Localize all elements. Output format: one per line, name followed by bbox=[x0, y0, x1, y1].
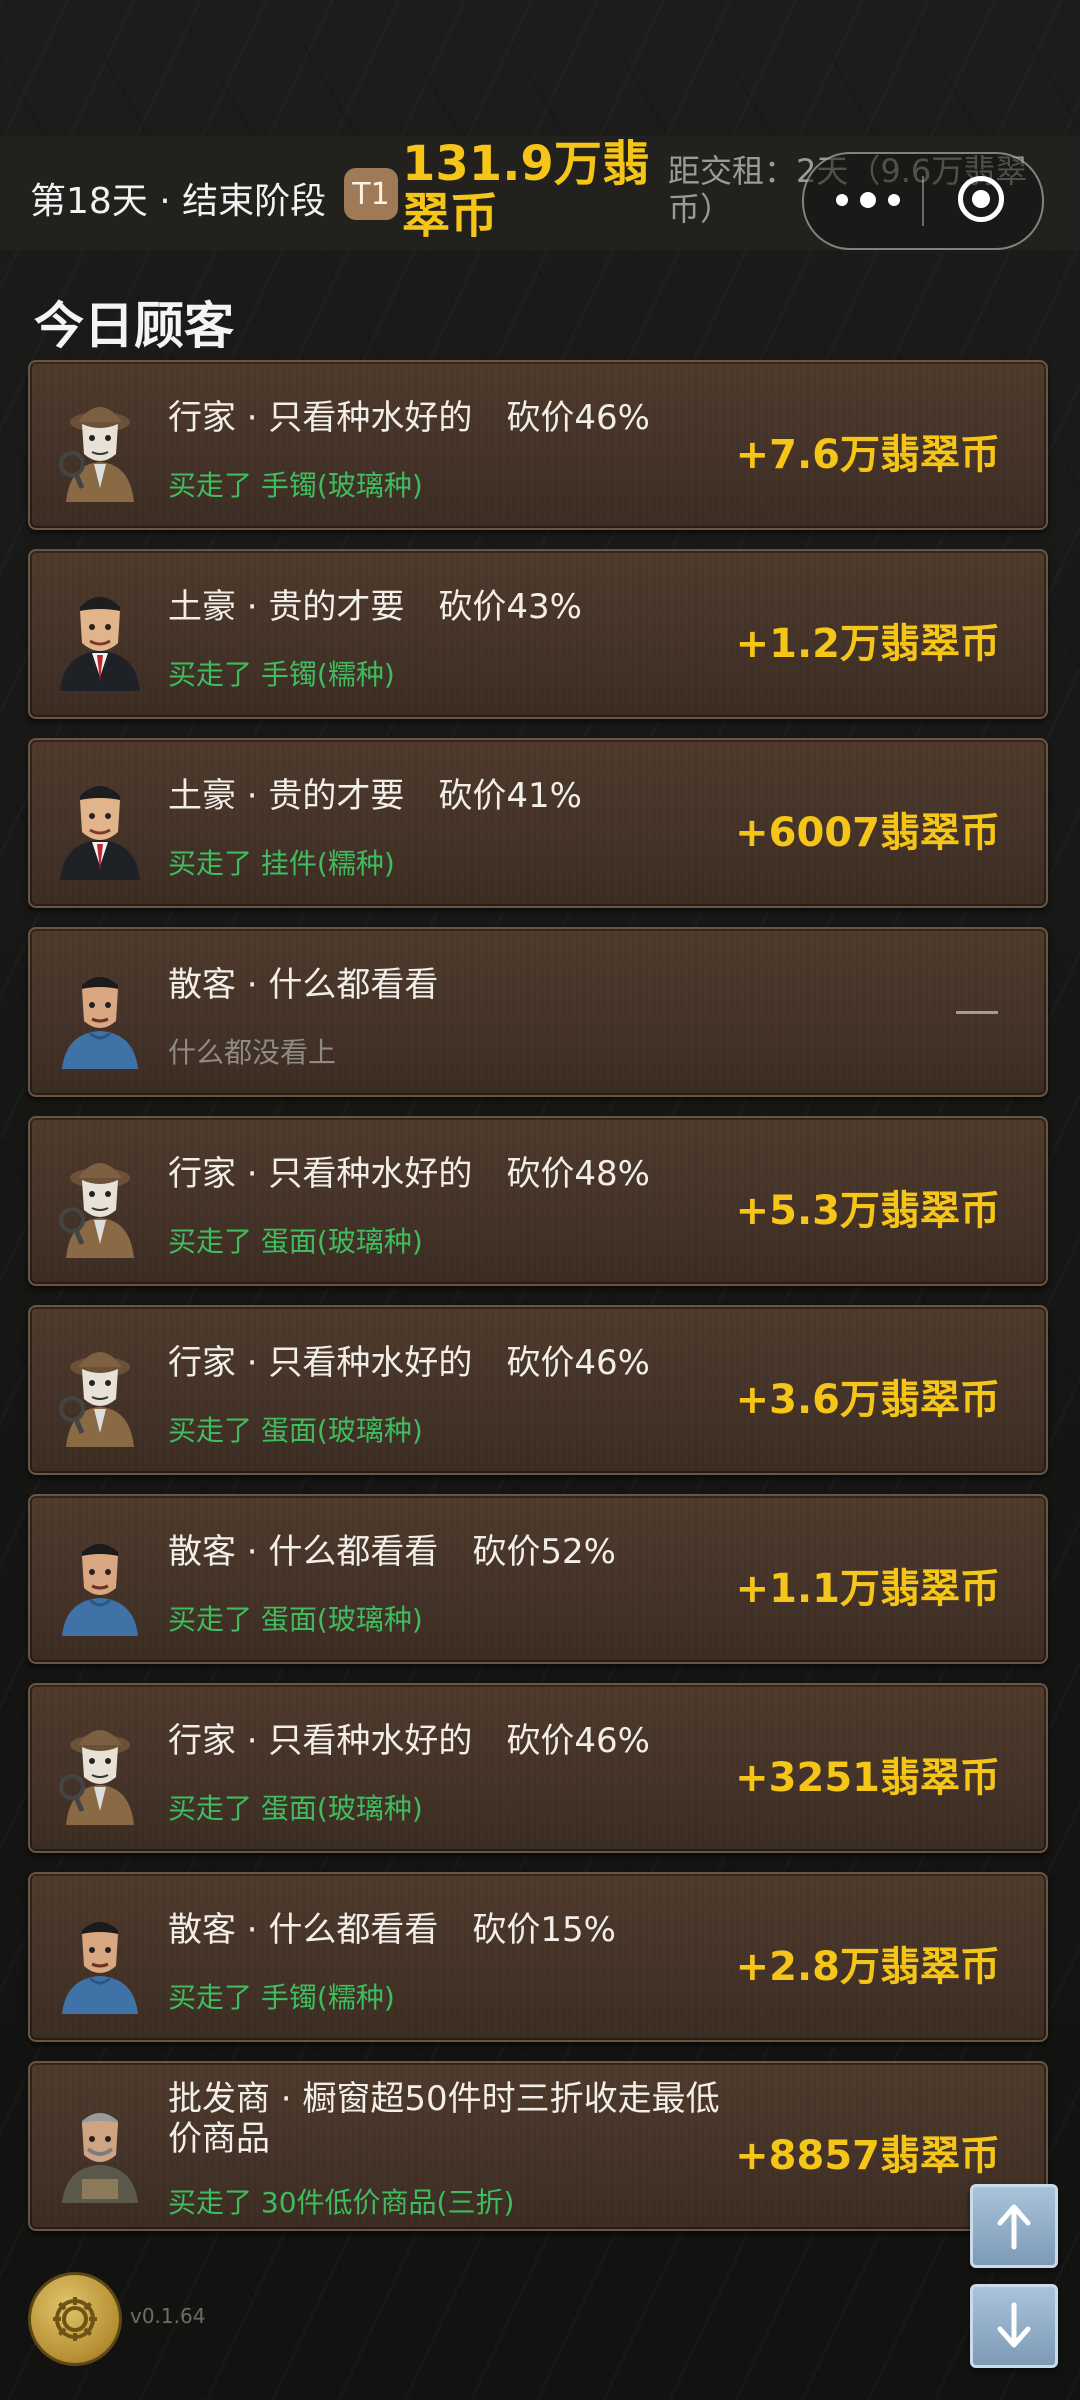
sale-amount: +3.6万翡翠币 bbox=[735, 1377, 1000, 1423]
customer-row[interactable]: 散客 · 什么都看看什么都没看上 bbox=[28, 927, 1048, 1097]
capsule-divider bbox=[922, 176, 924, 226]
scroll-down-button[interactable] bbox=[970, 2284, 1058, 2368]
customer-title: 行家 · 只看种水好的 砍价46% bbox=[168, 398, 650, 438]
customer-title: 散客 · 什么都看看 砍价15% bbox=[168, 1910, 616, 1950]
day-phase-label: 第18天 · 结束阶段 bbox=[30, 181, 327, 222]
customer-title: 批发商 · 橱窗超50件时三折收走最低价商品 bbox=[168, 2079, 720, 2159]
customer-purchase: 买走了 手镯(糯种) bbox=[168, 1981, 395, 2014]
tycoon-avatar bbox=[52, 581, 148, 691]
sale-amount: +6007翡翠币 bbox=[735, 810, 1000, 856]
casual-avatar bbox=[52, 959, 148, 1069]
sale-amount: +1.2万翡翠币 bbox=[735, 621, 1000, 667]
customer-row[interactable]: 土豪 · 贵的才要 砍价41% 买走了 挂件(糯种) +6007翡翠币 bbox=[28, 738, 1048, 908]
gear-icon bbox=[53, 2297, 97, 2341]
arrow-down-icon bbox=[997, 2302, 1031, 2348]
sale-amount: +5.3万翡翠币 bbox=[735, 1188, 1000, 1234]
arrow-up-icon bbox=[997, 2204, 1031, 2250]
customer-title: 行家 · 只看种水好的 砍价48% bbox=[168, 1154, 650, 1194]
casual-avatar bbox=[52, 1526, 148, 1636]
customer-title: 行家 · 只看种水好的 砍价46% bbox=[168, 1343, 650, 1383]
connoisseur-avatar bbox=[52, 1337, 148, 1447]
tier-badge: T1 bbox=[344, 168, 398, 220]
section-title: 今日顾客 bbox=[34, 297, 234, 355]
customer-row[interactable]: 行家 · 只看种水好的 砍价46% 买走了 蛋面(玻璃种) +3251翡翠币 bbox=[28, 1683, 1048, 1853]
sale-amount: +7.6万翡翠币 bbox=[735, 432, 1000, 478]
connoisseur-avatar bbox=[52, 1715, 148, 1825]
customer-purchase: 什么都没看上 bbox=[168, 1036, 337, 1069]
sale-amount: +8857翡翠币 bbox=[735, 2133, 1000, 2179]
connoisseur-avatar bbox=[52, 1148, 148, 1258]
customer-purchase: 买走了 30件低价商品(三折) bbox=[168, 2186, 515, 2219]
customer-purchase: 买走了 蛋面(玻璃种) bbox=[168, 1603, 423, 1636]
sale-amount: +2.8万翡翠币 bbox=[735, 1944, 1000, 1990]
sale-amount: +3251翡翠币 bbox=[735, 1755, 1000, 1801]
miniprogram-capsule bbox=[802, 152, 1044, 250]
more-icon[interactable] bbox=[836, 180, 900, 220]
customer-row[interactable]: 散客 · 什么都看看 砍价52% 买走了 蛋面(玻璃种) +1.1万翡翠币 bbox=[28, 1494, 1048, 1664]
customer-title: 土豪 · 贵的才要 砍价41% bbox=[168, 776, 582, 816]
customer-row[interactable]: 行家 · 只看种水好的 砍价46% 买走了 手镯(玻璃种) +7.6万翡翠币 bbox=[28, 360, 1048, 530]
scroll-up-button[interactable] bbox=[970, 2184, 1058, 2268]
customer-title: 行家 · 只看种水好的 砍价46% bbox=[168, 1721, 650, 1761]
customer-row[interactable]: 批发商 · 橱窗超50件时三折收走最低价商品买走了 30件低价商品(三折) +88… bbox=[28, 2061, 1048, 2231]
casual-avatar bbox=[52, 1904, 148, 2014]
wholesaler-avatar bbox=[52, 2093, 148, 2203]
customer-purchase: 买走了 蛋面(玻璃种) bbox=[168, 1414, 423, 1447]
connoisseur-avatar bbox=[52, 392, 148, 502]
customer-title: 散客 · 什么都看看 bbox=[168, 965, 439, 1005]
coin-balance: 131.9万翡翠币 bbox=[402, 136, 650, 244]
customer-row[interactable]: 行家 · 只看种水好的 砍价48% 买走了 蛋面(玻璃种) +5.3万翡翠币 bbox=[28, 1116, 1048, 1286]
customer-list: 行家 · 只看种水好的 砍价46% 买走了 手镯(玻璃种) +7.6万翡翠币土豪 ·… bbox=[28, 360, 1052, 2250]
no-sale-dash bbox=[956, 1011, 998, 1014]
tycoon-avatar bbox=[52, 770, 148, 880]
customer-row[interactable]: 土豪 · 贵的才要 砍价43% 买走了 手镯(糯种) +1.2万翡翠币 bbox=[28, 549, 1048, 719]
version-label: v0.1.64 bbox=[130, 2304, 206, 2328]
customer-purchase: 买走了 挂件(糯种) bbox=[168, 847, 395, 880]
customer-row[interactable]: 行家 · 只看种水好的 砍价46% 买走了 蛋面(玻璃种) +3.6万翡翠币 bbox=[28, 1305, 1048, 1475]
customer-title: 土豪 · 贵的才要 砍价43% bbox=[168, 587, 582, 627]
customer-purchase: 买走了 蛋面(玻璃种) bbox=[168, 1225, 423, 1258]
customer-title: 散客 · 什么都看看 砍价52% bbox=[168, 1532, 616, 1572]
customer-purchase: 买走了 手镯(糯种) bbox=[168, 658, 395, 691]
settings-button[interactable] bbox=[28, 2272, 122, 2366]
customer-purchase: 买走了 蛋面(玻璃种) bbox=[168, 1792, 423, 1825]
sale-amount: +1.1万翡翠币 bbox=[735, 1566, 1000, 1612]
close-target-icon[interactable] bbox=[958, 176, 1004, 222]
customer-purchase: 买走了 手镯(玻璃种) bbox=[168, 469, 423, 502]
customer-row[interactable]: 散客 · 什么都看看 砍价15% 买走了 手镯(糯种) +2.8万翡翠币 bbox=[28, 1872, 1048, 2042]
